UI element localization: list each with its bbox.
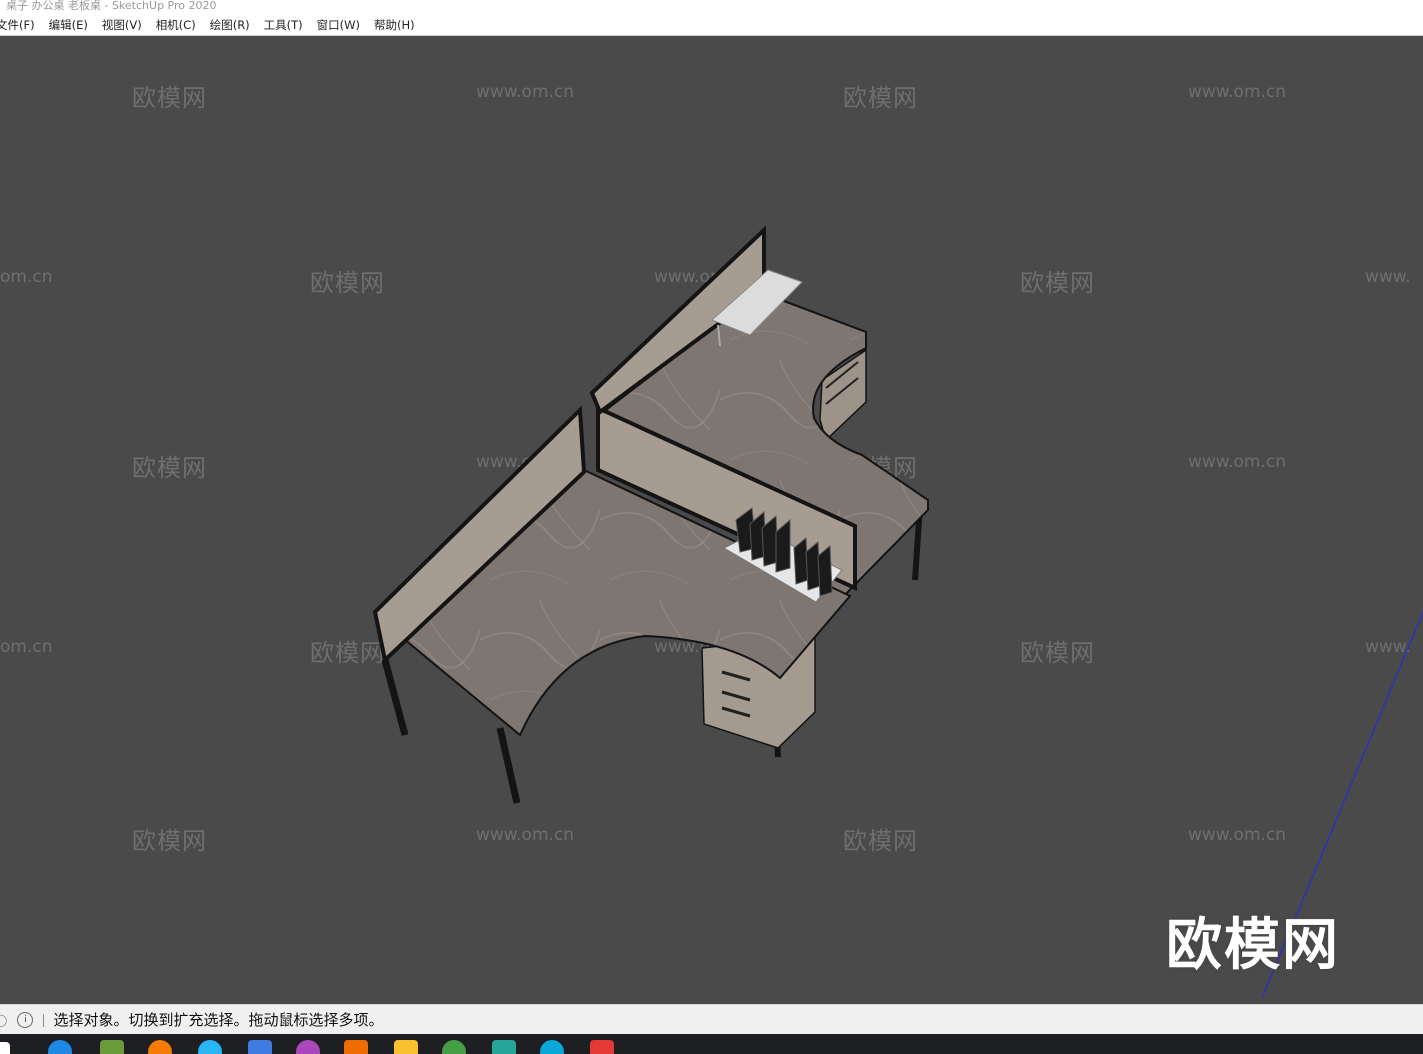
menu-draw[interactable]: 绘图(R) (210, 17, 250, 33)
windows-start-icon[interactable] (0, 1042, 10, 1054)
minecraft-icon[interactable] (100, 1040, 124, 1054)
edge-icon[interactable] (540, 1040, 564, 1054)
sketchup-icon[interactable] (590, 1040, 614, 1054)
3d-app-icon[interactable] (492, 1040, 516, 1054)
info-icon[interactable]: i (17, 1011, 34, 1028)
wechat-icon[interactable] (442, 1040, 466, 1054)
status-left-icon: ◯ (0, 1012, 8, 1027)
status-text: 选择对象。切换到扩充选择。拖动鼠标选择多项。 (53, 1011, 384, 1029)
ie-icon[interactable] (48, 1040, 72, 1054)
brand-watermark-large: 欧模网 (1166, 913, 1340, 978)
video-player-icon[interactable] (148, 1040, 172, 1054)
menu-help[interactable]: 帮助(H) (374, 17, 415, 33)
app-icon[interactable] (248, 1040, 272, 1054)
menu-file[interactable]: 文件(F) (0, 17, 35, 33)
menu-camera[interactable]: 相机(C) (156, 17, 196, 33)
photo-app-icon[interactable] (344, 1040, 368, 1054)
model-viewport[interactable]: 欧模网 www.om.cn 欧模网 www.om.cn om.cn 欧模网 ww… (0, 36, 1423, 1004)
browser-icon[interactable] (198, 1040, 222, 1054)
menu-edit[interactable]: 编辑(E) (49, 17, 88, 33)
menu-window[interactable]: 窗口(W) (317, 17, 360, 33)
menu-view[interactable]: 视图(V) (102, 17, 142, 33)
divider: | (41, 1012, 46, 1027)
folder-icon[interactable] (394, 1040, 418, 1054)
taskbar (0, 1034, 1423, 1054)
office-desk-model[interactable] (0, 36, 1423, 1004)
window-title: 桌子 办公桌 老板桌 - SketchUp Pro 2020 (0, 0, 1423, 14)
status-bar: ◯ i | 选择对象。切换到扩充选择。拖动鼠标选择多项。 (0, 1004, 1423, 1034)
colorful-app-icon[interactable] (296, 1040, 320, 1054)
menu-tools[interactable]: 工具(T) (264, 17, 303, 33)
menu-bar: 文件(F) 编辑(E) 视图(V) 相机(C) 绘图(R) 工具(T) 窗口(W… (0, 14, 1423, 36)
